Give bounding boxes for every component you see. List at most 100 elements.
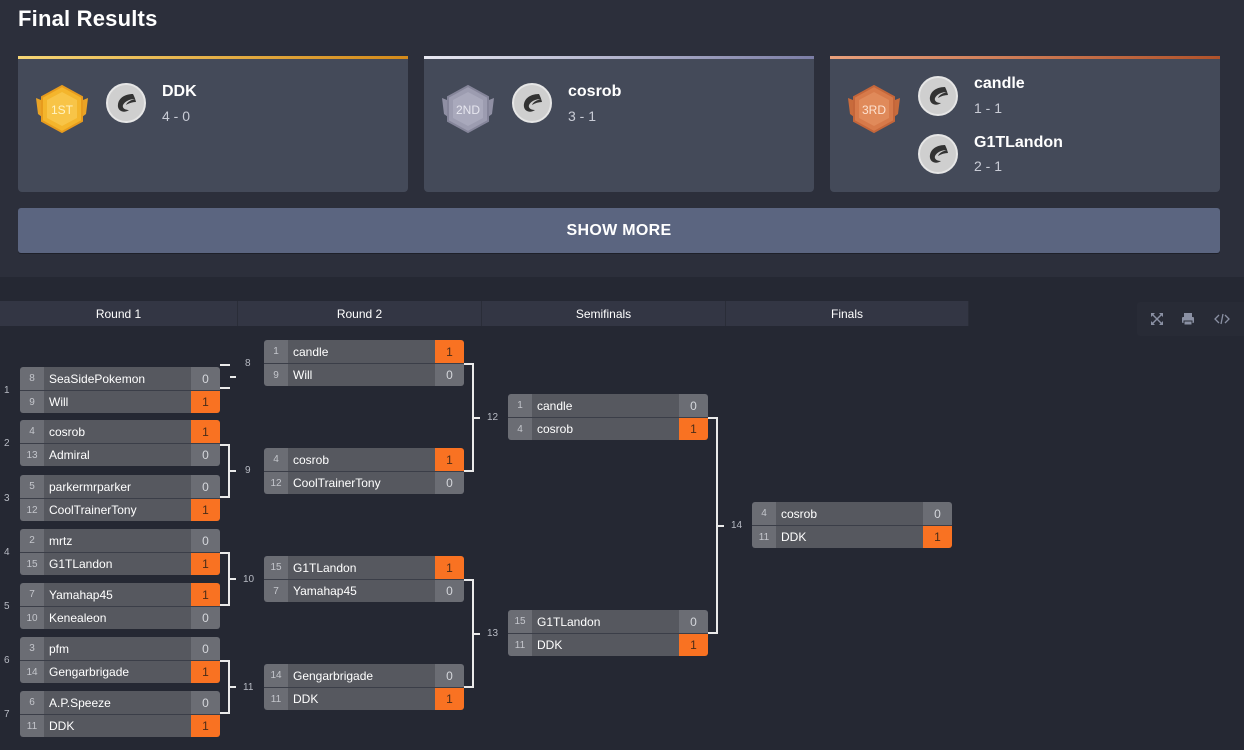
- match-participant[interactable]: 9 Will 0: [264, 363, 464, 386]
- player-name[interactable]: cosrob: [568, 83, 621, 101]
- match-participant[interactable]: 3 pfm 0: [20, 637, 220, 660]
- embed-code-icon[interactable]: [1214, 311, 1230, 327]
- participant-name[interactable]: DDK: [44, 715, 191, 737]
- round-header-finals: Finals: [726, 301, 969, 326]
- participant-name[interactable]: pfm: [44, 637, 191, 660]
- participant-name[interactable]: Gengarbrigade: [288, 664, 435, 687]
- participant-name[interactable]: Gengarbrigade: [44, 661, 191, 683]
- connector-line: [230, 470, 236, 472]
- participant-name[interactable]: A.P.Speeze: [44, 691, 191, 714]
- participant-name[interactable]: DDK: [288, 688, 435, 710]
- player-avatar[interactable]: [918, 76, 958, 116]
- match-5[interactable]: 7 Yamahap45 1 10 Kenealeon 0: [20, 583, 220, 629]
- result-card-third: 3RD candle 1 - 1 G1TLandon 2 - 1: [830, 56, 1220, 192]
- match-participant[interactable]: 12 CoolTrainerTony 0: [264, 471, 464, 494]
- participant-score: 0: [435, 580, 464, 602]
- match-participant[interactable]: 2 mrtz 0: [20, 529, 220, 552]
- match-participant[interactable]: 1 candle 1: [264, 340, 464, 363]
- match-14[interactable]: 4 cosrob 0 11 DDK 1: [752, 502, 952, 548]
- participant-score: 1: [679, 634, 708, 656]
- match-participant[interactable]: 9 Will 1: [20, 390, 220, 413]
- match-participant[interactable]: 11 DDK 1: [752, 525, 952, 548]
- match-3[interactable]: 5 parkermrparker 0 12 CoolTrainerTony 1: [20, 475, 220, 521]
- match-participant[interactable]: 14 Gengarbrigade 0: [264, 664, 464, 687]
- bronze-medal-icon: 3RD: [848, 84, 900, 134]
- participant-name[interactable]: G1TLandon: [44, 553, 191, 575]
- player-name[interactable]: G1TLandon: [974, 134, 1063, 152]
- fullscreen-icon[interactable]: [1149, 311, 1165, 327]
- match-participant[interactable]: 15 G1TLandon 1: [264, 556, 464, 579]
- match-2[interactable]: 4 cosrob 1 13 Admiral 0: [20, 420, 220, 466]
- match-12[interactable]: 1 candle 0 4 cosrob 1: [508, 394, 708, 440]
- match-participant[interactable]: 15 G1TLandon 1: [20, 552, 220, 575]
- match-8[interactable]: 1 candle 1 9 Will 0: [264, 340, 464, 386]
- participant-name[interactable]: Yamahap45: [44, 583, 191, 606]
- seed-number: 4: [264, 448, 288, 471]
- participant-name[interactable]: candle: [288, 340, 435, 363]
- match-participant[interactable]: 5 parkermrparker 0: [20, 475, 220, 498]
- player-avatar[interactable]: [512, 83, 552, 123]
- participant-name[interactable]: Admiral: [44, 444, 191, 466]
- match-6[interactable]: 3 pfm 0 14 Gengarbrigade 1: [20, 637, 220, 683]
- match-10[interactable]: 15 G1TLandon 1 7 Yamahap45 0: [264, 556, 464, 602]
- participant-name[interactable]: candle: [532, 394, 679, 417]
- participant-name[interactable]: cosrob: [776, 502, 923, 525]
- match-1[interactable]: 8 SeaSidePokemon 0 9 Will 1: [20, 367, 220, 413]
- player-avatar[interactable]: [106, 83, 146, 123]
- participant-name[interactable]: G1TLandon: [532, 610, 679, 633]
- participant-score: 0: [191, 607, 220, 629]
- match-participant[interactable]: 4 cosrob 0: [752, 502, 952, 525]
- seed-number: 12: [20, 499, 44, 521]
- participant-name[interactable]: Yamahap45: [288, 580, 435, 602]
- match-participant[interactable]: 1 candle 0: [508, 394, 708, 417]
- result-card-second: 2ND cosrob 3 - 1: [424, 56, 814, 192]
- match-participant[interactable]: 7 Yamahap45 1: [20, 583, 220, 606]
- participant-name[interactable]: cosrob: [532, 418, 679, 440]
- participant-name[interactable]: SeaSidePokemon: [44, 367, 191, 390]
- participant-score: 0: [435, 472, 464, 494]
- participant-name[interactable]: Will: [288, 364, 435, 386]
- player-name[interactable]: candle: [974, 75, 1025, 93]
- participant-name[interactable]: DDK: [776, 526, 923, 548]
- participant-name[interactable]: Will: [44, 391, 191, 413]
- player-name[interactable]: DDK: [162, 83, 197, 101]
- participant-name[interactable]: cosrob: [44, 420, 191, 443]
- match-participant[interactable]: 4 cosrob 1: [264, 448, 464, 471]
- match-participant[interactable]: 6 A.P.Speeze 0: [20, 691, 220, 714]
- match-13[interactable]: 15 G1TLandon 0 11 DDK 1: [508, 610, 708, 656]
- match-participant[interactable]: 11 DDK 1: [20, 714, 220, 737]
- participant-name[interactable]: CoolTrainerTony: [44, 499, 191, 521]
- match-participant[interactable]: 12 CoolTrainerTony 1: [20, 498, 220, 521]
- match-participant[interactable]: 4 cosrob 1: [508, 417, 708, 440]
- round-header-2: Round 2: [238, 301, 482, 326]
- match-participant[interactable]: 11 DDK 1: [264, 687, 464, 710]
- player-avatar[interactable]: [918, 134, 958, 174]
- participant-score: 1: [191, 420, 220, 443]
- match-participant[interactable]: 7 Yamahap45 0: [264, 579, 464, 602]
- participant-name[interactable]: CoolTrainerTony: [288, 472, 435, 494]
- participant-name[interactable]: parkermrparker: [44, 475, 191, 498]
- participant-name[interactable]: DDK: [532, 634, 679, 656]
- match-7[interactable]: 6 A.P.Speeze 0 11 DDK 1: [20, 691, 220, 737]
- participant-score: 0: [191, 691, 220, 714]
- participant-name[interactable]: Kenealeon: [44, 607, 191, 629]
- match-9[interactable]: 4 cosrob 1 12 CoolTrainerTony 0: [264, 448, 464, 494]
- match-participant[interactable]: 10 Kenealeon 0: [20, 606, 220, 629]
- print-icon[interactable]: [1180, 311, 1196, 327]
- match-participant[interactable]: 8 SeaSidePokemon 0: [20, 367, 220, 390]
- match-participant[interactable]: 13 Admiral 0: [20, 443, 220, 466]
- seed-number: 14: [264, 664, 288, 687]
- match-participant[interactable]: 11 DDK 1: [508, 633, 708, 656]
- match-participant[interactable]: 14 Gengarbrigade 1: [20, 660, 220, 683]
- match-4[interactable]: 2 mrtz 0 15 G1TLandon 1: [20, 529, 220, 575]
- match-participant[interactable]: 15 G1TLandon 0: [508, 610, 708, 633]
- match-participant[interactable]: 4 cosrob 1: [20, 420, 220, 443]
- participant-name[interactable]: G1TLandon: [288, 556, 435, 579]
- participant-score: 0: [435, 364, 464, 386]
- match-11[interactable]: 14 Gengarbrigade 0 11 DDK 1: [264, 664, 464, 710]
- participant-score: 1: [923, 526, 952, 548]
- participant-name[interactable]: cosrob: [288, 448, 435, 471]
- match-number: 1: [4, 385, 10, 396]
- participant-name[interactable]: mrtz: [44, 529, 191, 552]
- show-more-button[interactable]: SHOW MORE: [18, 208, 1220, 253]
